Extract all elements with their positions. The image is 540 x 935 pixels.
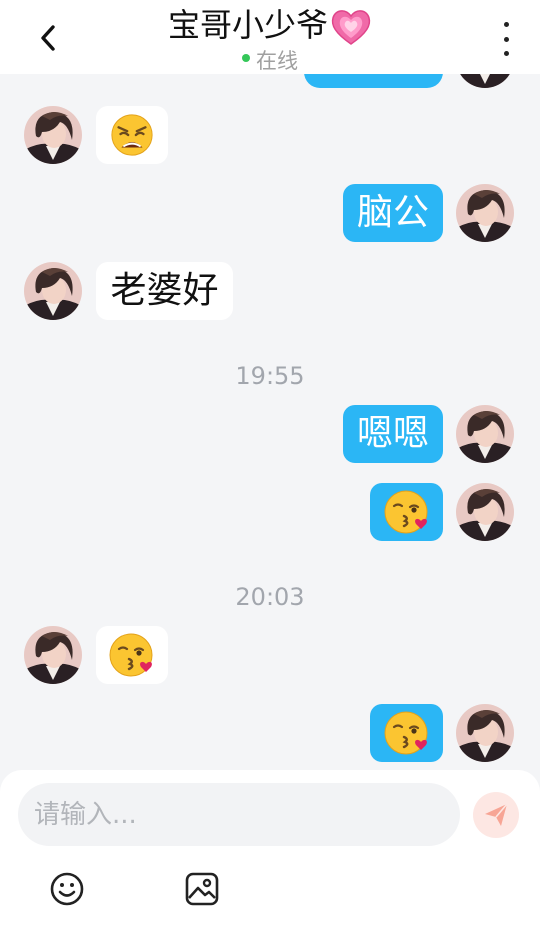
message-bubble-incoming[interactable]: 老婆好 — [96, 262, 233, 320]
image-button[interactable] — [182, 869, 222, 909]
message-bubble-outgoing[interactable]: 脑公 — [343, 184, 443, 242]
message-composer — [0, 770, 540, 935]
message-bubble-outgoing[interactable] — [370, 483, 443, 541]
contact-avatar[interactable] — [24, 106, 82, 164]
send-button[interactable] — [473, 792, 519, 838]
timestamp: 19:55 — [235, 362, 305, 390]
user-avatar[interactable] — [456, 405, 514, 463]
contact-name: 宝哥小少爷 — [167, 6, 328, 44]
message-bubble-outgoing[interactable]: 嗯嗯 — [343, 405, 443, 463]
user-avatar[interactable] — [456, 704, 514, 762]
kiss-face-emoji — [108, 631, 156, 679]
chat-area[interactable]: 脑公 老婆好 19:55 嗯嗯 20:03 — [0, 0, 540, 770]
growing-heart-emoji — [330, 7, 372, 51]
online-status: 在线 — [0, 48, 540, 74]
timestamp: 20:03 — [235, 583, 305, 611]
message-bubble-outgoing[interactable] — [370, 704, 443, 762]
message-text: 脑公 — [356, 192, 429, 233]
weary-face-emoji — [109, 112, 155, 158]
smiley-icon — [50, 872, 84, 906]
more-vertical-icon — [503, 22, 509, 27]
chat-header: 宝哥小少爷 在线 — [0, 0, 540, 74]
message-bubble-incoming[interactable] — [96, 106, 168, 164]
message-text: 嗯嗯 — [356, 413, 429, 454]
message-text: 老婆好 — [110, 270, 219, 311]
message-input[interactable] — [18, 783, 460, 846]
contact-avatar[interactable] — [24, 626, 82, 684]
paper-plane-icon — [485, 803, 508, 826]
more-options-button[interactable] — [494, 22, 518, 56]
user-avatar[interactable] — [456, 184, 514, 242]
emoji-button[interactable] — [47, 869, 87, 909]
message-bubble-incoming[interactable] — [96, 626, 168, 684]
status-text: 在线 — [256, 49, 298, 73]
status-dot — [242, 54, 250, 62]
image-icon — [185, 872, 219, 906]
kiss-face-emoji — [383, 709, 431, 757]
user-avatar[interactable] — [456, 483, 514, 541]
kiss-face-emoji — [383, 488, 431, 536]
contact-avatar[interactable] — [24, 262, 82, 320]
